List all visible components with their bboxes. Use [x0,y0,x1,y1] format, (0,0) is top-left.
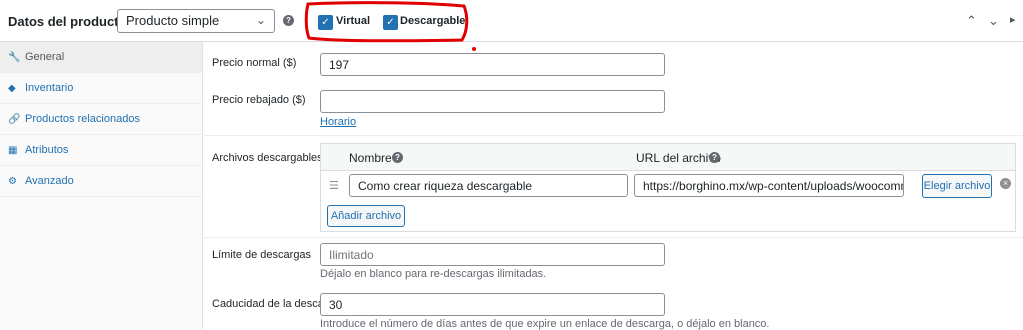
tab-general-label: General [25,51,65,63]
file-url-input[interactable]: https://borghino.mx/wp-content/uploads/w… [634,174,904,197]
help-icon[interactable]: ? [283,15,294,26]
section-divider [202,135,1023,136]
download-limit-input[interactable] [320,243,665,266]
download-expiry-description: Introduce el número de días antes de que… [320,318,770,330]
toggle-panel-icon[interactable]: ▸ [1010,13,1016,26]
red-annotation-circle [304,1,469,43]
tab-advanced[interactable]: ⚙ Avanzado [0,166,202,197]
add-file-button[interactable]: Añadir archivo [327,205,405,227]
tab-linked-label: Productos relacionados [25,113,140,125]
link-icon: 🔗 [8,114,21,125]
move-up-icon[interactable]: ⌃ [966,13,977,29]
wrench-icon: 🔧 [8,52,21,63]
chevron-down-icon: ⌄ [255,13,266,27]
move-down-icon[interactable]: ⌄ [988,13,999,29]
help-icon[interactable]: ? [392,152,403,163]
drag-handle-icon[interactable]: ☰ [329,179,339,192]
remove-file-icon[interactable]: × [1000,178,1011,189]
regular-price-input[interactable]: 197 [320,53,665,76]
section-divider [202,237,1023,238]
tab-linked-products[interactable]: 🔗 Productos relacionados [0,104,202,135]
product-type-value: Producto simple [126,13,220,28]
tab-general[interactable]: 🔧 General [0,42,202,73]
gear-icon: ⚙ [8,176,17,187]
file-name-input[interactable]: Como crear riqueza descargable [349,174,628,197]
help-icon[interactable]: ? [709,152,720,163]
tab-attributes[interactable]: ▦ Atributos [0,135,202,166]
sale-price-label: Precio rebajado ($) [212,94,306,106]
column-name-header: Nombre [349,151,392,165]
sale-price-input[interactable] [320,90,665,113]
tab-inventory[interactable]: ◆ Inventario [0,73,202,104]
product-type-select[interactable]: Producto simple ⌄ [117,9,275,33]
download-expiry-input[interactable]: 30 [320,293,665,316]
regular-price-label: Precio normal ($) [212,57,297,69]
red-dot-mark [472,47,476,51]
download-limit-label: Límite de descargas [212,249,312,261]
tag-icon: ◆ [8,83,16,94]
tab-inventory-label: Inventario [25,82,74,94]
table-icon: ▦ [8,145,18,156]
downloadable-files-label: Archivos descargables [212,152,323,164]
tab-attributes-label: Atributos [25,144,69,156]
tab-advanced-label: Avanzado [25,175,74,187]
schedule-link[interactable]: Horario [320,116,356,128]
download-limit-description: Déjalo en blanco para re-descargas ilimi… [320,268,547,280]
choose-file-button[interactable]: Elegir archivo [922,174,992,198]
product-data-tabs: 🔧 General ◆ Inventario 🔗 Productos relacion… [0,42,203,329]
